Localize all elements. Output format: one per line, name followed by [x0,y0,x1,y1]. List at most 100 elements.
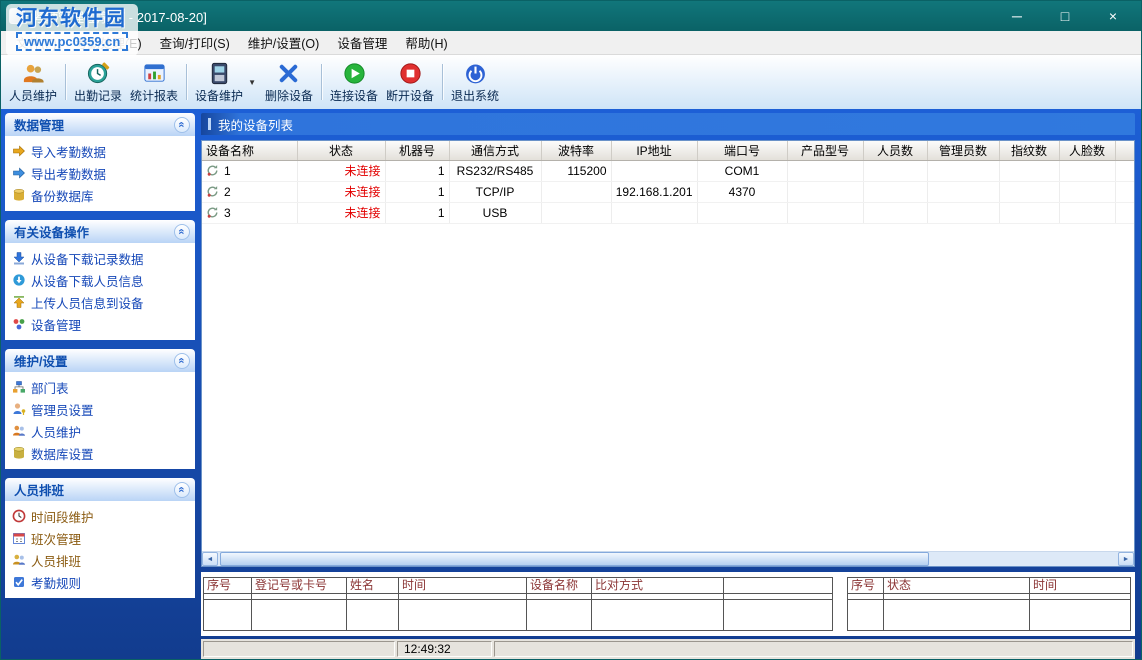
sidebar-item-personnel-maintenance[interactable]: 人员维护 [12,422,191,440]
device-row[interactable]: 3 未连接 1 USB [202,202,1134,223]
column-header-verify-mode[interactable]: 比对方式 [592,578,724,594]
scrollbar-track[interactable] [219,552,1117,566]
toolbar-separator [442,64,443,100]
database-icon [12,446,26,460]
toolbar-button-label: 出勤记录 [74,87,122,104]
collapse-button[interactable]: » [174,224,190,240]
comm-mode: USB [449,202,541,223]
column-header-baud-rate[interactable]: 波特率 [541,141,611,160]
collapse-button[interactable]: » [174,482,190,498]
section-header-maintenance-settings[interactable]: 维护/设置 » [5,349,195,372]
collapse-button[interactable]: » [174,353,190,369]
minimize-button[interactable]: ─ [1009,8,1025,24]
sidebar-item-export-attendance-data[interactable]: 导出考勤数据 [12,164,191,182]
device-sync-icon [206,164,219,177]
horizontal-scrollbar[interactable]: ◄ ► [202,551,1134,566]
scrollbar-thumb[interactable] [220,552,929,566]
column-header-time[interactable]: 时间 [399,578,527,594]
menu-device-management[interactable]: 设备管理 [328,29,396,56]
sidebar-item-database-settings[interactable]: 数据库设置 [12,444,191,462]
sidebar-item-label: 备份数据库 [31,186,94,205]
device-status-log-table: 序号 状态 时间 [847,577,1131,631]
port [697,202,787,223]
baud-rate [541,181,611,202]
column-header-status[interactable]: 状态 [884,578,1030,594]
close-button[interactable]: × [1105,8,1121,24]
sidebar-item-import-attendance-data[interactable]: 导入考勤数据 [12,142,191,160]
column-header-machine-no[interactable]: 机器号 [385,141,449,160]
sidebar-item-shift-management[interactable]: 班次管理 [12,529,191,547]
section-header-data-management[interactable]: 数据管理 » [5,113,195,136]
power-icon [463,61,488,86]
sidebar-item-download-records-from-device[interactable]: 从设备下载记录数据 [12,249,191,267]
sidebar-item-label: 设备管理 [31,315,81,334]
statusbar: 12:49:32 [201,639,1135,659]
collapse-button[interactable]: » [174,117,190,133]
column-header-fingerprint-count[interactable]: 指纹数 [999,141,1059,160]
toolbar-button-delete-device[interactable]: 删除设备 [261,57,317,107]
column-header-comm-mode[interactable]: 通信方式 [449,141,541,160]
menu-query-print[interactable]: 查询/打印(S) [151,29,239,56]
column-header-ip-address[interactable]: IP地址 [611,141,697,160]
column-header-port[interactable]: 端口号 [697,141,787,160]
column-header-face-count[interactable]: 人脸数 [1059,141,1115,160]
chevron-up-icon: » [177,357,188,363]
scroll-right-button[interactable]: ► [1118,552,1134,566]
sidebar-item-download-personnel-from-device[interactable]: 从设备下载人员信息 [12,271,191,289]
menu-help[interactable]: 帮助(H) [396,29,456,56]
sidebar-item-personnel-scheduling[interactable]: 人员排班 [12,551,191,569]
column-header-product-model[interactable]: 产品型号 [787,141,863,160]
sidebar-item-time-period-maintenance[interactable]: 时间段维护 [12,507,191,525]
toolbar-button-connect-device[interactable]: 连接设备 [326,57,382,107]
column-header-name[interactable]: 姓名 [347,578,399,594]
column-header-seq[interactable]: 序号 [848,578,884,594]
sidebar-item-attendance-rules[interactable]: 考勤规则 [12,573,191,591]
sidebar-item-upload-personnel-to-device[interactable]: 上传人员信息到设备 [12,293,191,311]
toolbar-button-attendance-records[interactable]: 出勤记录 [70,57,126,107]
device-row[interactable]: 1 未连接 1 RS232/RS485 115200 COM1 [202,160,1134,181]
section-header-device-operations[interactable]: 有关设备操作 » [5,220,195,243]
maximize-button[interactable]: □ [1057,8,1073,24]
ip-address: 192.168.1.201 [611,181,697,202]
sidebar-item-backup-database[interactable]: 备份数据库 [12,186,191,204]
menu-attendance-processing[interactable]: 考勤处理(E) [66,29,151,56]
device-sync-icon [206,206,219,219]
toolbar-separator [65,64,66,100]
sidebar-item-label: 数据库设置 [31,444,94,463]
admin-user-icon [12,402,26,416]
people-icon [12,424,26,438]
device-list-panel-title: 我的设备列表 [201,113,1135,135]
device-sync-icon [206,185,219,198]
device-terminal-icon [207,61,232,86]
menu-file[interactable]: 文件(F) [7,29,66,56]
column-header-status[interactable]: 状态 [297,141,385,160]
column-header-admin-count[interactable]: 管理员数 [927,141,999,160]
toolbar-separator [186,64,187,100]
toolbar-button-personnel-maintenance[interactable]: 人员维护 [5,57,61,107]
device-maintenance-dropdown-icon[interactable]: ▼ [247,57,261,107]
toolbar-button-disconnect-device[interactable]: 断开设备 [382,57,438,107]
sidebar-item-device-management[interactable]: 设备管理 [12,315,191,333]
sidebar-section-data-management: 数据管理 » 导入考勤数据 导出考勤数据 备份数据库 [5,113,195,211]
toolbar-button-exit-system[interactable]: 退出系统 [447,57,503,107]
sidebar-item-department-table[interactable]: 部门表 [12,378,191,396]
sidebar-item-admin-settings[interactable]: 管理员设置 [12,400,191,418]
column-header-personnel-count[interactable]: 人员数 [863,141,927,160]
section-header-personnel-scheduling[interactable]: 人员排班 » [5,478,195,501]
scroll-left-button[interactable]: ◄ [202,552,218,566]
column-header-device-name[interactable]: 设备名称 [202,141,297,160]
toolbar-button-statistics-report[interactable]: 统计报表 [126,57,182,107]
sidebar-item-label: 管理员设置 [31,400,94,419]
menu-maintenance-settings[interactable]: 维护/设置(O) [239,29,329,56]
column-header-seq[interactable]: 序号 [204,578,252,594]
device-row[interactable]: 2 未连接 1 TCP/IP 192.168.1.201 4370 [202,181,1134,202]
toolbar-button-device-maintenance[interactable]: 设备维护 [191,57,247,107]
column-header-device-name[interactable]: 设备名称 [527,578,592,594]
device-table-header-row: 设备名称 状态 机器号 通信方式 波特率 IP地址 端口号 产品型号 人员数 管… [202,141,1134,160]
device-status: 未连接 [297,160,385,181]
column-header-time[interactable]: 时间 [1030,578,1130,594]
machine-no: 1 [385,181,449,202]
column-header-enroll-or-card-no[interactable]: 登记号或卡号 [252,578,347,594]
disconnect-stop-icon [398,61,423,86]
column-header-password-count[interactable]: 密 [1115,141,1134,160]
